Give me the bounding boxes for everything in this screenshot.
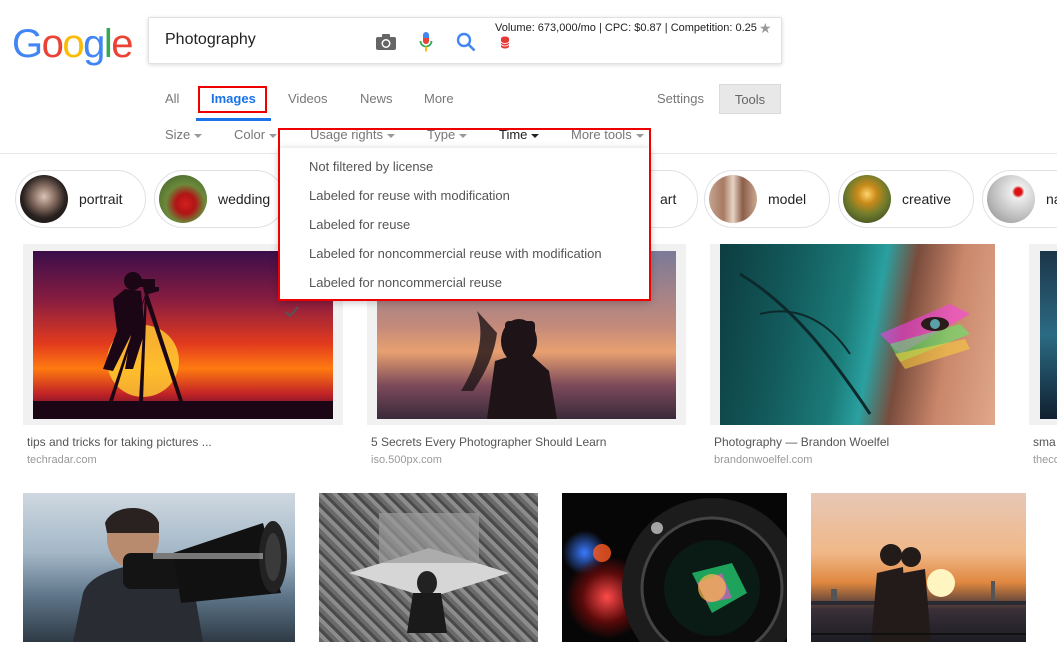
filter-size[interactable]: Size xyxy=(165,127,203,142)
usage-rights-menu: Not filtered by license Labeled for reus… xyxy=(279,148,650,317)
logo-letter: e xyxy=(111,22,133,66)
logo-letter: G xyxy=(12,22,43,66)
chip-label: portrait xyxy=(79,191,123,207)
chip-thumbnail xyxy=(159,175,207,223)
search-box: Volume: 673,000/mo | CPC: $0.87 | Compet… xyxy=(148,17,782,64)
seo-stats-text: Volume: 673,000/mo | CPC: $0.87 | Compet… xyxy=(495,22,757,34)
chevron-down-icon xyxy=(531,133,540,138)
menu-item-not-filtered[interactable]: Not filtered by license xyxy=(309,159,433,174)
result-image[interactable] xyxy=(23,493,295,642)
chip-label: na xyxy=(1046,191,1057,207)
chevron-down-icon xyxy=(459,133,468,138)
result-image[interactable] xyxy=(811,493,1026,642)
chevron-down-icon xyxy=(269,133,278,138)
chevron-down-icon xyxy=(194,133,203,138)
menu-item-reuse[interactable]: Labeled for reuse xyxy=(309,217,410,232)
filter-size-label: Size xyxy=(165,127,191,142)
chip-label: art xyxy=(660,191,677,207)
filter-time-label: Time xyxy=(499,127,528,142)
star-icon[interactable]: ★ xyxy=(759,20,772,37)
google-logo[interactable]: Google xyxy=(12,22,133,67)
result-source[interactable]: techradar.com xyxy=(27,454,97,466)
chevron-down-icon xyxy=(635,133,644,138)
filter-color[interactable]: Color xyxy=(234,127,278,142)
reflection-photo xyxy=(349,513,509,633)
chip-label: model xyxy=(768,191,807,207)
logo-letter: o xyxy=(62,22,84,66)
chip-thumbnail xyxy=(987,175,1035,223)
filter-usage-rights-label: Usage rights xyxy=(310,127,383,142)
settings-link[interactable]: Settings xyxy=(657,91,704,106)
filter-type[interactable]: Type xyxy=(427,127,468,142)
result-source[interactable]: theco xyxy=(1033,454,1057,466)
images-tab-highlight xyxy=(198,86,267,113)
result-title[interactable]: sma xyxy=(1033,435,1056,449)
chip-thumbnail xyxy=(20,175,68,223)
tab-news[interactable]: News xyxy=(360,91,393,106)
top-bar: Google Volume: 673,000/mo | CPC: $0.87 |… xyxy=(0,0,1057,154)
result-source[interactable]: brandonwoelfel.com xyxy=(714,454,812,466)
filter-type-label: Type xyxy=(427,127,456,142)
chip-model[interactable]: model xyxy=(704,170,830,228)
camera-icon[interactable] xyxy=(373,29,399,55)
chip-na[interactable]: na xyxy=(982,170,1057,228)
camera-lens xyxy=(593,498,802,647)
search-input[interactable] xyxy=(165,31,365,49)
photographer-with-camera xyxy=(73,508,287,642)
database-icon[interactable] xyxy=(492,29,518,55)
filter-more-tools[interactable]: More tools xyxy=(571,127,644,142)
couple-sunset xyxy=(811,544,1026,642)
result-image[interactable] xyxy=(319,493,538,642)
result-title[interactable]: tips and tricks for taking pictures ... xyxy=(27,435,212,449)
result-source[interactable]: iso.500px.com xyxy=(371,454,442,466)
result-title[interactable]: Photography — Brandon Woelfel xyxy=(714,435,889,449)
chip-wedding[interactable]: wedding xyxy=(154,170,285,228)
search-icon[interactable] xyxy=(453,29,479,55)
chip-thumbnail xyxy=(709,175,757,223)
check-icon xyxy=(285,306,299,317)
filter-color-label: Color xyxy=(234,127,266,142)
chevron-down-icon xyxy=(386,133,395,138)
result-image[interactable] xyxy=(720,244,995,425)
logo-letter: o xyxy=(41,22,64,66)
filter-usage-rights[interactable]: Usage rights xyxy=(310,127,395,142)
active-tab-indicator xyxy=(196,118,271,121)
result-image[interactable] xyxy=(1040,251,1057,419)
chip-label: wedding xyxy=(218,191,271,207)
mic-icon[interactable] xyxy=(413,29,439,55)
filter-more-tools-label: More tools xyxy=(571,127,632,142)
tools-button[interactable]: Tools xyxy=(719,84,781,114)
result-image[interactable] xyxy=(562,493,802,647)
menu-item-noncommercial-modification[interactable]: Labeled for noncommercial reuse with mod… xyxy=(309,246,602,261)
menu-item-noncommercial[interactable]: Labeled for noncommercial reuse xyxy=(309,275,502,290)
chip-label: creative xyxy=(902,191,952,207)
filter-time[interactable]: Time xyxy=(499,127,540,142)
chip-portrait[interactable]: portrait xyxy=(15,170,146,228)
tab-all[interactable]: All xyxy=(165,91,179,106)
chip-creative[interactable]: creative xyxy=(838,170,974,228)
tab-videos[interactable]: Videos xyxy=(288,91,328,106)
logo-letter: l xyxy=(103,22,113,66)
chip-thumbnail xyxy=(843,175,891,223)
rainbow-portrait xyxy=(739,272,970,415)
logo-letter: g xyxy=(83,22,105,66)
tab-more[interactable]: More xyxy=(424,91,454,106)
result-title[interactable]: 5 Secrets Every Photographer Should Lear… xyxy=(371,435,606,449)
menu-item-reuse-modification[interactable]: Labeled for reuse with modification xyxy=(309,188,510,203)
